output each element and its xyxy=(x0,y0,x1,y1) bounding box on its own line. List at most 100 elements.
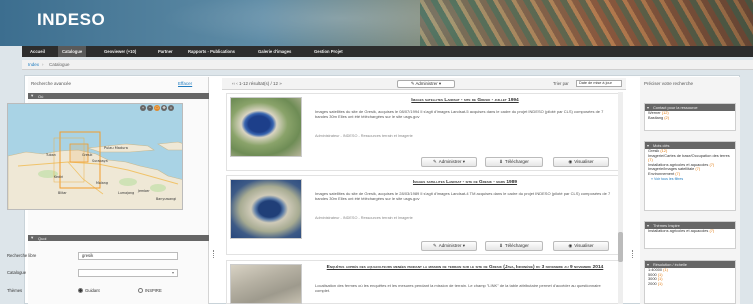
facet-header[interactable]: ▾ Contact pour la ressource xyxy=(645,104,735,111)
show-all-filters-link[interactable]: » Voir tous les filtres xyxy=(645,177,735,182)
result-thumbnail[interactable] xyxy=(230,179,302,239)
radio-inspire[interactable]: INSPIRE xyxy=(138,288,162,294)
map-label-madura: Pulau Madura xyxy=(104,146,128,150)
result-thumbnail[interactable] xyxy=(230,264,302,304)
scrollbar-thumb[interactable] xyxy=(618,232,623,262)
nav-item-catalogue[interactable]: Catalogue xyxy=(58,46,87,57)
select-box-icon[interactable]: □ xyxy=(154,105,160,111)
result-meta: Administrateur - INDESO - Ressources ter… xyxy=(315,216,413,220)
result-title[interactable]: Enquêtes auprès des aquaculteurs menées … xyxy=(315,265,615,271)
breadcrumb-separator: › xyxy=(42,62,44,67)
result-title[interactable]: Images satellites Landsat - site de Gres… xyxy=(315,98,615,104)
results-scrollbar[interactable] xyxy=(618,92,623,304)
map-canvas[interactable]: Pulau Madura Tuban Gresik Surabaya Malan… xyxy=(8,104,183,210)
download-button[interactable]: ⬇ Télécharger xyxy=(485,241,543,251)
facet-item[interactable]: Installations agricoles et aquacoles (7) xyxy=(645,228,735,234)
map-label-jember: Jember xyxy=(137,189,150,193)
facet-keywords: ▾ Mots clés Gresik (12) Imagerie/Cartes d… xyxy=(644,141,736,211)
nav-item-partner[interactable]: Partner xyxy=(158,46,173,57)
nav-item-gestion-projet[interactable]: Gestion Projet xyxy=(314,46,343,57)
chevron-down-icon: ▾ xyxy=(647,105,649,110)
radio-selected-icon[interactable] xyxy=(78,288,83,294)
results-toolbar: ‹‹ ‹ 1-12 résultat(s) / 12 » ✎ Administr… xyxy=(222,78,626,90)
administer-button[interactable]: ✎ Administrer ▾ xyxy=(421,157,477,167)
reset-search-link[interactable]: Effacer xyxy=(178,81,192,86)
result-card: Images satellites Landsat - site de Gres… xyxy=(226,93,622,171)
view-button[interactable]: ◉ Visualiser xyxy=(553,241,609,251)
chevron-down-icon: ▾ xyxy=(647,262,649,267)
facet-header[interactable]: ▾ Résolution / échelle xyxy=(645,261,735,268)
result-card: Enquêtes auprès des aquaculteurs menées … xyxy=(226,260,622,304)
facet-themes: ▾ Thèmes Inspire Installations agricoles … xyxy=(644,221,736,249)
result-thumbnail[interactable] xyxy=(230,97,302,157)
zoom-in-icon[interactable]: + xyxy=(140,105,146,111)
map-label-banyuwangi: Banyuwangi xyxy=(156,197,176,201)
facet-item[interactable]: Bastiang (2) xyxy=(645,115,735,121)
map-toolbar: + − □ ✥ ⌂ xyxy=(140,105,184,112)
chevron-down-icon: ▾ xyxy=(31,235,34,240)
eye-icon: ◉ xyxy=(568,243,573,248)
nav-item-geoviewer[interactable]: Geoviewer (+10) xyxy=(104,46,136,57)
result-description: Images satellites du site de Gresik, acq… xyxy=(315,191,611,201)
zoom-out-icon[interactable]: − xyxy=(147,105,153,111)
section-what-header[interactable]: ▾ Quoi xyxy=(28,235,209,241)
facet-item[interactable]: 2000 (1) xyxy=(645,281,735,287)
download-button[interactable]: ⬇ Télécharger xyxy=(485,157,543,167)
result-description: Images satellites du site de Gresik, acq… xyxy=(315,109,604,119)
pencil-icon: ✎ xyxy=(432,159,437,164)
radio-unselected-icon[interactable] xyxy=(138,288,143,294)
nav-item-accueil[interactable]: Accueil xyxy=(30,46,45,57)
main-nav: Accueil Catalogue Geoviewer (+10) Partne… xyxy=(22,46,753,57)
radio-guidant[interactable]: Guidant xyxy=(78,288,100,294)
panel-resize-handle-left[interactable] xyxy=(213,250,215,258)
map-label-lumajang: Lumajang xyxy=(118,191,134,195)
chevron-down-icon: ▾ xyxy=(647,143,649,148)
breadcrumb: Index › Catalogue xyxy=(22,60,753,70)
administer-button[interactable]: ✎ Administrer ▾ xyxy=(421,241,477,251)
catalog-label: Catalogue xyxy=(7,270,27,275)
map-label-surabaya: Surabaya xyxy=(92,159,108,163)
sort-label: Trier par xyxy=(553,81,569,86)
map-label-blitar: Blitar xyxy=(58,191,67,195)
pan-icon[interactable]: ✥ xyxy=(161,105,167,111)
map-label-malang: Malang xyxy=(96,181,108,185)
refine-panel-title: Préciser votre recherche xyxy=(644,81,694,86)
free-text-label: Recherche libre xyxy=(7,253,37,258)
facet-header[interactable]: ▾ Thèmes Inspire xyxy=(645,222,735,229)
facet-contact: ▾ Contact pour la ressource Werner (12) B… xyxy=(644,103,736,131)
banner-satellite-image xyxy=(420,0,753,46)
reset-map-icon[interactable]: ⌂ xyxy=(168,105,174,111)
nav-item-rapports[interactable]: Rapports - Publications xyxy=(188,46,235,57)
section-what-label: Quoi xyxy=(38,235,47,241)
results-panel: ‹‹ ‹ 1-12 résultat(s) / 12 » ✎ Administr… xyxy=(222,78,626,304)
search-panel-title: Recherche avancée xyxy=(31,81,72,86)
refine-panel: Préciser votre recherche ▾ Contact pour l… xyxy=(640,77,740,304)
result-meta: Administrateur - INDESO - Ressources ter… xyxy=(315,134,413,138)
facet-resolution: ▾ Résolution / échelle 1:40000 (1) 5000 (… xyxy=(644,260,736,304)
result-title[interactable]: Images satellites Landsat - site de Gres… xyxy=(315,180,615,186)
breadcrumb-current: Catalogue xyxy=(49,62,70,67)
map-label-kediri: Kediri xyxy=(54,175,63,179)
pagination[interactable]: ‹‹ ‹ 1-12 résultat(s) / 12 » xyxy=(232,81,282,86)
header-banner: INDESO xyxy=(0,0,753,46)
section-where-header[interactable]: ▾ Où xyxy=(28,93,209,99)
admin-dropdown[interactable]: ✎ Administrer ▾ xyxy=(397,79,455,88)
nav-item-galerie[interactable]: Galerie d'images xyxy=(258,46,291,57)
site-logo[interactable]: INDESO xyxy=(37,10,105,30)
facet-header[interactable]: ▾ Mots clés xyxy=(645,142,735,149)
sort-select[interactable]: Date de mise à jour xyxy=(576,80,622,87)
result-card: Images satellites Landsat - site de Gres… xyxy=(226,175,622,255)
pencil-icon: ✎ xyxy=(432,243,437,248)
section-where-label: Où xyxy=(38,93,44,99)
panel-resize-handle-right[interactable] xyxy=(632,250,634,258)
chevron-down-icon: ▾ xyxy=(31,93,34,98)
breadcrumb-home-link[interactable]: Index xyxy=(28,62,39,67)
catalog-select[interactable]: ▾ xyxy=(78,269,178,277)
eye-icon: ◉ xyxy=(568,159,573,164)
result-description: Localisation des fermes où les enquêtes … xyxy=(315,283,601,293)
search-map[interactable]: Pulau Madura Tuban Gresik Surabaya Malan… xyxy=(7,103,183,210)
free-text-input[interactable]: gresik xyxy=(78,252,178,260)
themes-label: Thèmes xyxy=(7,288,23,293)
view-button[interactable]: ◉ Visualiser xyxy=(553,157,609,167)
banner-texture xyxy=(160,0,460,46)
